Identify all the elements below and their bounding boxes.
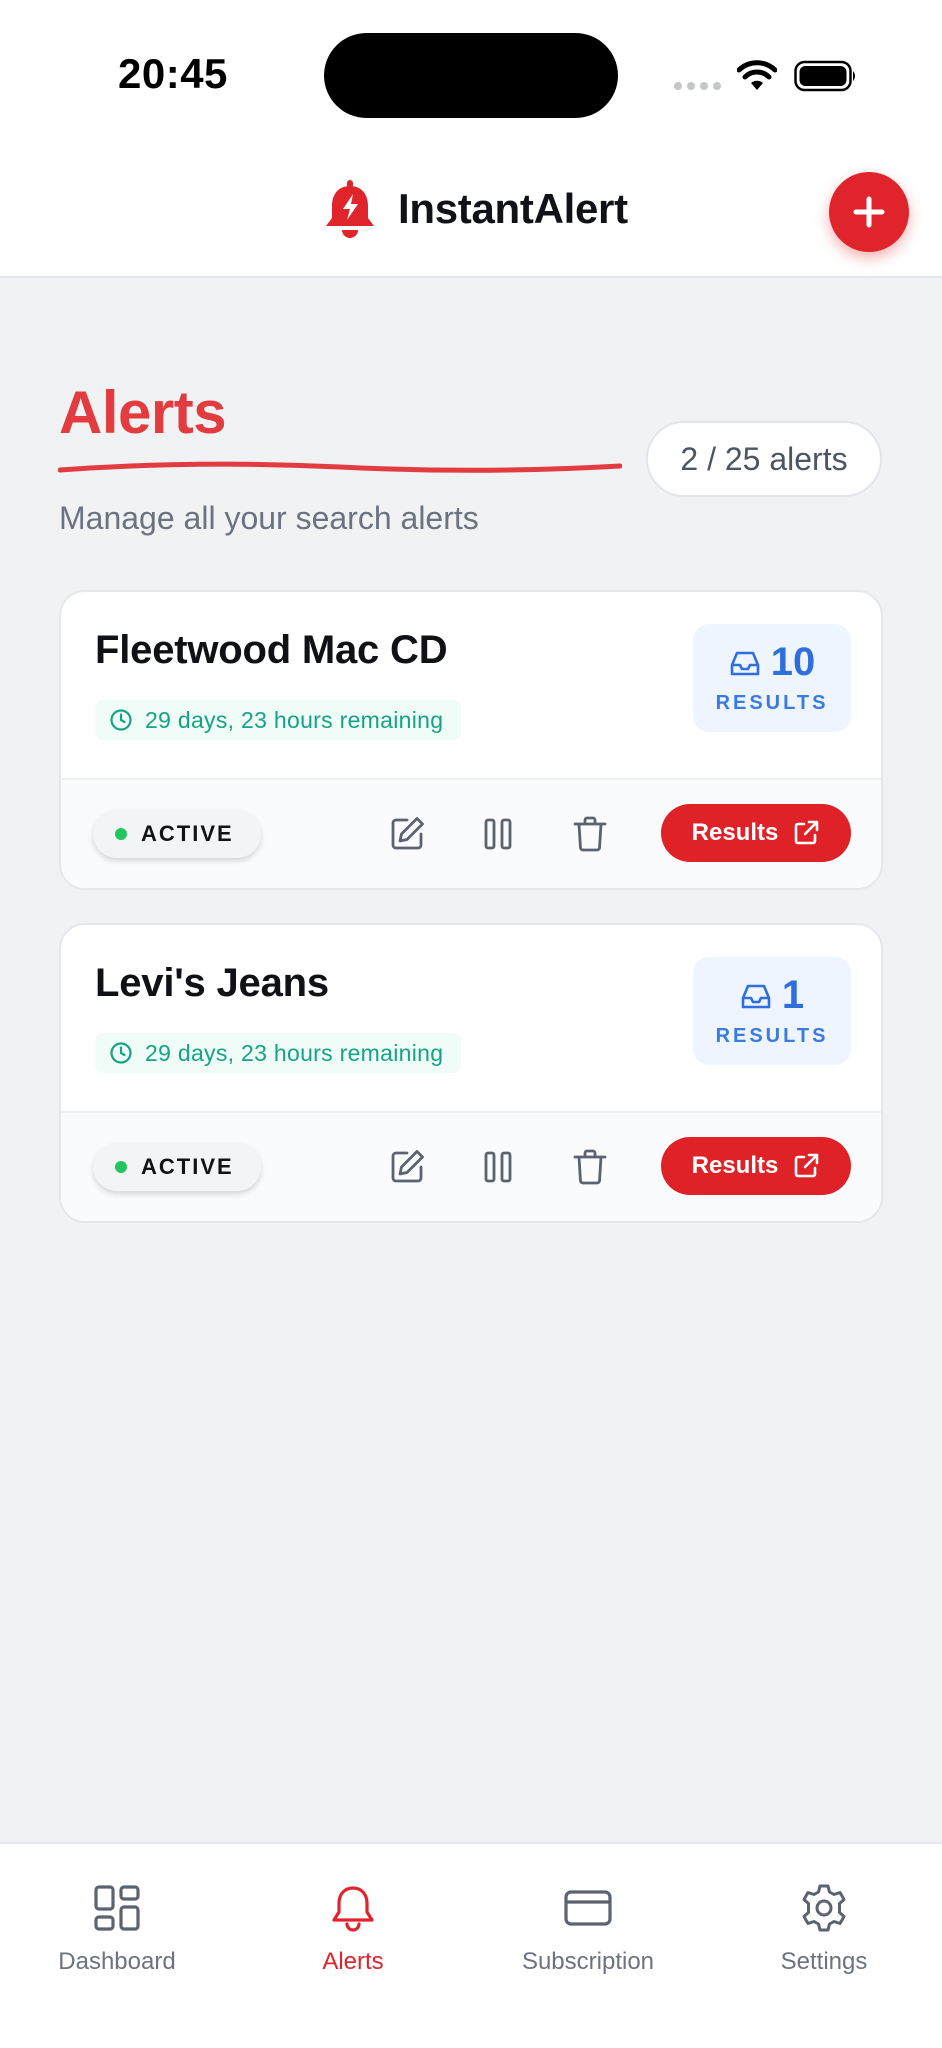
status-badge: ACTIVE <box>93 1143 261 1191</box>
results-count-box: 10 RESULTS <box>693 624 851 732</box>
edit-button[interactable] <box>381 1141 433 1193</box>
active-dot-icon <box>115 1161 127 1173</box>
view-results-button[interactable]: Results <box>661 804 851 862</box>
nav-item-alerts[interactable]: Alerts <box>253 1882 453 1992</box>
alert-card[interactable]: Levi's Jeans 29 days, 23 hours remaining… <box>59 923 883 1223</box>
view-results-button[interactable]: Results <box>661 1137 851 1195</box>
page-subtitle: Manage all your search alerts <box>59 500 479 536</box>
external-link-icon <box>795 820 819 845</box>
results-count: 10 <box>770 640 816 684</box>
results-label: RESULTS <box>715 692 829 714</box>
plus-icon <box>853 196 885 228</box>
cellular-signal-icon <box>674 82 721 90</box>
page-title: Alerts <box>59 379 227 446</box>
time-remaining-chip: 29 days, 23 hours remaining <box>95 1033 462 1073</box>
alert-card-actions: ACTIVE Results <box>61 1111 881 1221</box>
results-label: RESULTS <box>715 1025 829 1047</box>
nav-label: Dashboard <box>58 1948 176 1975</box>
status-text: ACTIVE <box>141 1154 234 1179</box>
active-dot-icon <box>115 828 127 840</box>
alert-card-header: Fleetwood Mac CD 29 days, 23 hours remai… <box>61 592 881 778</box>
pause-icon <box>484 818 512 850</box>
pause-button[interactable] <box>472 1141 524 1193</box>
nav-item-dashboard[interactable]: Dashboard <box>17 1882 217 1992</box>
gear-icon <box>802 1884 846 1932</box>
time-remaining-text: 29 days, 23 hours remaining <box>145 706 444 733</box>
nav-item-subscription[interactable]: Subscription <box>488 1882 688 1992</box>
bottom-nav: Dashboard Alerts Subscription Settings <box>0 1842 942 2048</box>
nav-item-settings[interactable]: Settings <box>724 1882 924 1992</box>
alert-count-badge: 2 / 25 alerts <box>646 421 882 497</box>
trash-icon <box>573 816 607 852</box>
clock-icon <box>110 709 132 731</box>
title-underline <box>58 461 622 473</box>
results-button-label: Results <box>691 1152 779 1179</box>
wifi-icon <box>737 60 777 90</box>
delete-button[interactable] <box>564 808 616 860</box>
credit-card-icon <box>564 1890 612 1926</box>
delete-button[interactable] <box>564 1141 616 1193</box>
edit-button[interactable] <box>381 808 433 860</box>
nav-label: Settings <box>780 1948 868 1975</box>
app-name: InstantAlert <box>398 185 628 232</box>
grid-icon <box>94 1885 140 1931</box>
status-badge: ACTIVE <box>93 810 261 858</box>
pause-button[interactable] <box>472 808 524 860</box>
status-text: ACTIVE <box>141 821 234 846</box>
bell-icon <box>332 1886 374 1932</box>
alert-title: Levi's Jeans <box>95 961 329 1005</box>
inbox-icon <box>730 651 760 675</box>
app-header: InstantAlert <box>0 148 942 278</box>
pause-icon <box>484 1151 512 1183</box>
add-alert-button[interactable] <box>829 172 909 252</box>
dynamic-island <box>324 33 618 118</box>
status-time: 20:45 <box>118 50 228 97</box>
bell-lightning-logo-icon <box>326 180 374 238</box>
nav-label: Alerts <box>322 1948 384 1975</box>
clock-icon <box>110 1042 132 1064</box>
trash-icon <box>573 1149 607 1185</box>
alert-card[interactable]: Fleetwood Mac CD 29 days, 23 hours remai… <box>59 590 883 890</box>
results-count-box: 1 RESULTS <box>693 957 851 1065</box>
battery-icon <box>794 60 855 92</box>
status-bar: 20:45 <box>0 0 942 148</box>
results-count: 1 <box>781 973 805 1017</box>
alert-title: Fleetwood Mac CD <box>95 628 448 672</box>
edit-icon <box>391 817 424 850</box>
alert-card-actions: ACTIVE Results <box>61 778 881 888</box>
results-button-label: Results <box>691 819 779 846</box>
time-remaining-chip: 29 days, 23 hours remaining <box>95 700 462 740</box>
inbox-icon <box>741 984 771 1008</box>
nav-label: Subscription <box>521 1948 655 1975</box>
alert-card-header: Levi's Jeans 29 days, 23 hours remaining… <box>61 925 881 1111</box>
time-remaining-text: 29 days, 23 hours remaining <box>145 1039 444 1066</box>
external-link-icon <box>795 1153 819 1178</box>
edit-icon <box>391 1150 424 1183</box>
brand: InstantAlert <box>322 178 628 240</box>
